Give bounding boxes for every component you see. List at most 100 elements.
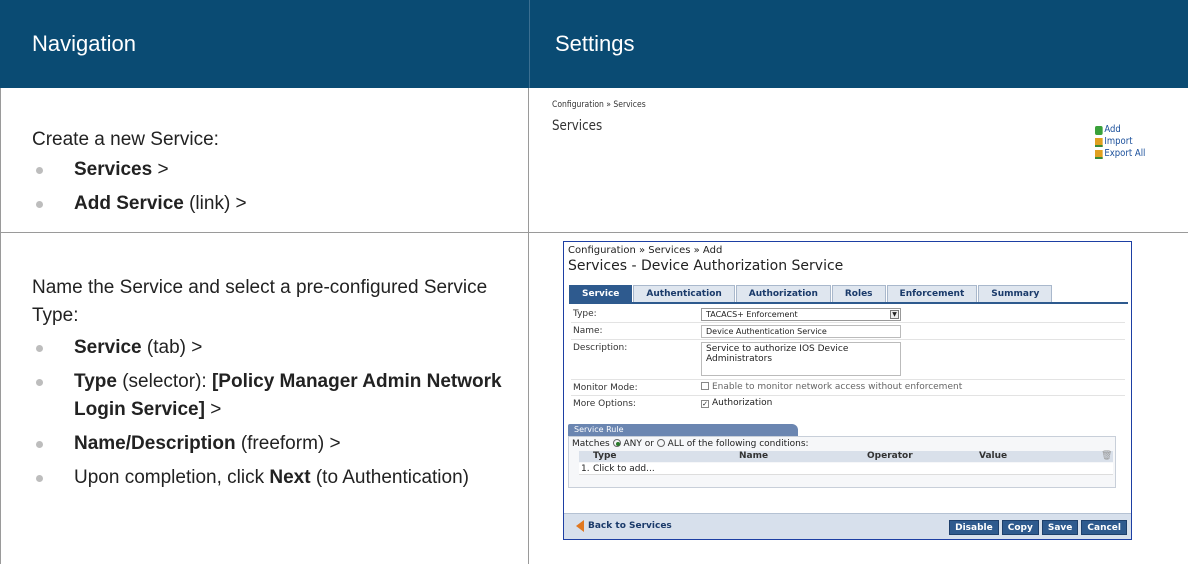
save-button[interactable]: Save (1041, 520, 1079, 535)
tab-underline (569, 302, 1128, 304)
row-number: 1. (581, 464, 590, 474)
description-field-wrap: Service to authorize IOS Device Administ… (701, 342, 901, 376)
add-service-screenshot: Configuration » Services » Add Services … (563, 241, 1132, 540)
row1-intro: Create a new Service: (32, 129, 219, 150)
row2-steps: Service (tab) > Type (selector): [Policy… (32, 334, 502, 492)
conditions-label: of the following conditions: (686, 439, 809, 449)
copy-button[interactable]: Copy (1001, 520, 1039, 535)
tab-summary[interactable]: Summary (978, 285, 1053, 303)
step-name-description: Name/Description (freeform) > (32, 430, 502, 458)
type-select[interactable]: TACACS+ Enforcement ▼ (701, 308, 901, 321)
step-bold: Type (74, 371, 117, 392)
step-rest-end: > (204, 399, 222, 420)
export-all-link-label: Export All (1104, 148, 1146, 159)
name-label: Name: (573, 326, 603, 336)
page: Navigation Settings Create a new Service… (0, 0, 1188, 564)
type-select-wrap: TACACS+ Enforcement ▼ (701, 308, 901, 321)
step-bold: Next (269, 467, 311, 488)
breadcrumb: Configuration » Services » Add (568, 245, 723, 256)
type-label: Type: (573, 309, 597, 319)
col-name: Name (739, 451, 769, 461)
or-label: or (644, 439, 654, 449)
import-icon (1095, 137, 1103, 147)
back-to-services-link[interactable]: Back to Services (576, 520, 672, 532)
name-row: Name: Device Authentication Service (571, 323, 1125, 340)
add-link-label: Add (1104, 124, 1121, 135)
step-bold: Name/Description (74, 433, 236, 454)
page-title: Services (552, 118, 603, 134)
left-border (0, 88, 1, 564)
import-link[interactable]: Import (1095, 136, 1145, 148)
name-field-wrap: Device Authentication Service (701, 325, 901, 338)
settings-header-label: Settings (555, 31, 635, 56)
monitor-mode-text: Enable to monitor network access without… (712, 382, 963, 392)
cancel-button[interactable]: Cancel (1081, 520, 1127, 535)
export-all-link[interactable]: Export All (1095, 148, 1145, 160)
tab-roles[interactable]: Roles (831, 285, 886, 303)
monitor-mode-wrap: Enable to monitor network access without… (701, 382, 962, 392)
step-service-tab: Service (tab) > (32, 334, 502, 362)
disable-button[interactable]: Disable (949, 520, 999, 535)
match-condition: Matches ANY or ALL of the following cond… (572, 439, 809, 449)
step-bold: Add Service (74, 193, 184, 214)
step-rest: (freeform) > (235, 433, 341, 454)
monitor-mode-label: Monitor Mode: (573, 383, 638, 393)
step-type: Type (selector): [Policy Manager Admin N… (32, 368, 502, 424)
more-options-label: More Options: (573, 399, 636, 409)
tab-service[interactable]: Service (569, 285, 633, 303)
back-link-label: Back to Services (588, 521, 672, 531)
trash-icon[interactable]: 🗑 (1101, 451, 1112, 461)
form-footer: Back to Services Disable Copy Save Cance… (564, 513, 1131, 539)
any-label: ANY (623, 439, 642, 449)
add-icon (1095, 125, 1103, 135)
any-radio[interactable] (612, 439, 621, 447)
export-icon (1095, 149, 1103, 159)
tab-authorization[interactable]: Authorization (735, 285, 831, 303)
type-select-value: TACACS+ Enforcement (706, 310, 798, 319)
settings-header: Settings (529, 0, 1188, 88)
chevron-down-icon: ▼ (890, 310, 899, 319)
step-rest: > (152, 159, 169, 180)
action-links: Add Import Export All (1095, 124, 1154, 160)
row1-steps: Services > Add Service (link) > (32, 156, 512, 218)
step-bold: Services (74, 159, 153, 180)
table-row[interactable]: 1. Click to add... (579, 463, 1113, 475)
all-radio[interactable] (656, 439, 665, 447)
description-row: Description: Service to authorize IOS De… (571, 340, 1125, 380)
description-label: Description: (573, 343, 628, 353)
add-link[interactable]: Add (1095, 124, 1145, 136)
navigation-header-label: Navigation (32, 31, 136, 56)
service-rule-tab: Service Rule (568, 424, 798, 436)
col-type: Type (593, 451, 617, 461)
tab-enforcement[interactable]: Enforcement (886, 285, 978, 303)
step-bold: Service (74, 337, 142, 358)
navigation-header: Navigation (0, 0, 529, 88)
column-divider (528, 88, 529, 564)
import-link-label: Import (1104, 136, 1133, 147)
row2-navigation: Name the Service and select a pre-config… (32, 274, 502, 498)
step-rest: (link) > (183, 193, 247, 214)
step-next: Upon completion, click Next (to Authenti… (32, 464, 502, 492)
col-value: Value (979, 451, 1008, 461)
tab-authentication[interactable]: Authentication (633, 285, 735, 303)
step-services: Services > (32, 156, 512, 184)
step-pre: Upon completion, click (74, 467, 270, 488)
monitor-mode-checkbox[interactable] (701, 382, 709, 390)
back-arrow-icon (576, 520, 584, 532)
service-rule-panel: Matches ANY or ALL of the following cond… (568, 436, 1116, 488)
footer-buttons: Disable Copy Save Cancel (949, 520, 1127, 535)
authorization-text: Authorization (712, 398, 773, 408)
step-rest: (to Authentication) (310, 467, 469, 488)
click-to-add[interactable]: Click to add... (593, 464, 655, 474)
all-label: ALL (667, 439, 684, 449)
step-rest: (tab) > (141, 337, 203, 358)
page-title: Services - Device Authorization Service (568, 258, 844, 274)
row-divider (0, 232, 1188, 233)
authorization-checkbox[interactable]: ✓ (701, 400, 709, 408)
name-field[interactable]: Device Authentication Service (701, 325, 901, 338)
row1-navigation: Create a new Service: Services > Add Ser… (32, 126, 512, 224)
breadcrumb: Configuration » Services (552, 100, 646, 110)
matches-label: Matches (572, 439, 610, 449)
tab-bar: Service Authentication Authorization Rol… (569, 285, 1053, 303)
description-field[interactable]: Service to authorize IOS Device Administ… (701, 342, 901, 376)
